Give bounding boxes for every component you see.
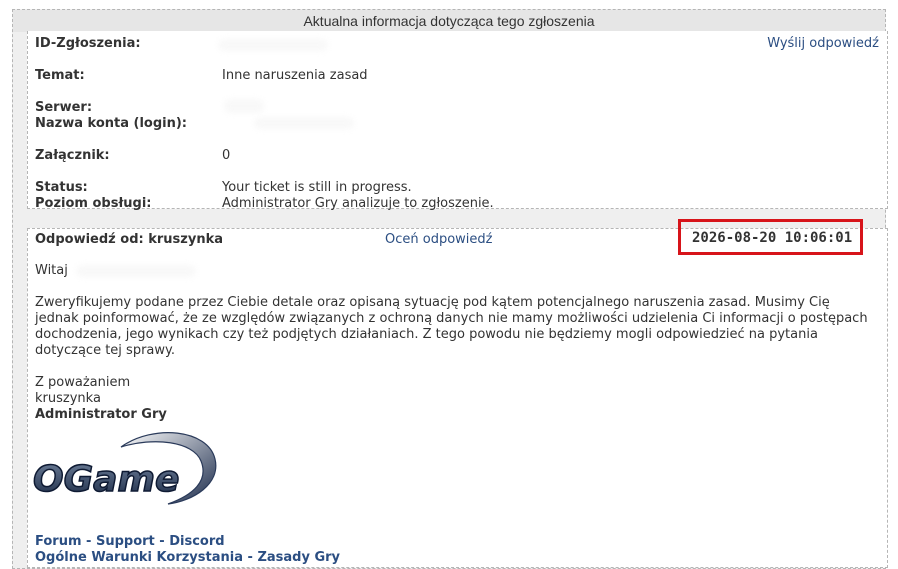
status-value: Your ticket is still in progress.: [222, 180, 412, 195]
terms-link[interactable]: Ogólne Warunki Korzystania: [35, 550, 243, 565]
section-title: Aktualna informacja dotycząca tego zgłos…: [13, 10, 885, 32]
discord-link[interactable]: Discord: [169, 534, 224, 549]
reply-body: Zweryfikujemy podane przez Ciebie detale…: [35, 295, 868, 358]
regards: Z poważaniem: [35, 375, 131, 390]
topic-value: Inne naruszenia zasad: [222, 68, 368, 83]
attachment-label: Załącznik:: [35, 148, 110, 163]
ticket-container: Aktualna informacja dotycząca tego zgłos…: [12, 9, 888, 569]
service-level-label: Poziom obsługi:: [35, 196, 152, 211]
attachment-value: 0: [222, 148, 231, 163]
rules-link[interactable]: Zasady Gry: [257, 550, 340, 565]
ogame-logo-graphic: OGame: [32, 432, 217, 505]
forum-link[interactable]: Forum: [35, 534, 82, 549]
ogame-logo: OGame: [32, 429, 233, 509]
reply-panel: Odpowiedź od: kruszynka Oceń odpowiedź W…: [27, 228, 888, 568]
redacted-account: [254, 117, 354, 129]
signature-name: kruszynka: [35, 391, 101, 406]
send-reply-link[interactable]: Wyślij odpowiedź: [767, 36, 879, 51]
ticket-id-label: ID-Zgłoszenia:: [35, 36, 141, 51]
signature-role: Administrator Gry: [35, 407, 167, 422]
rate-reply-link[interactable]: Oceń odpowiedź: [385, 232, 492, 247]
reply-date: 2026-08-20 10:06:01: [692, 230, 853, 246]
server-label: Serwer:: [35, 100, 93, 115]
separator: -: [86, 534, 92, 549]
separator: -: [247, 550, 253, 565]
account-label: Nazwa konta (login):: [35, 116, 188, 131]
service-level-value: Administrator Gry analizuje to zgłoszeni…: [222, 196, 494, 211]
redacted-name: [76, 265, 196, 277]
footer-links-row1: Forum - Support - Discord: [35, 534, 225, 549]
support-link[interactable]: Support: [96, 534, 155, 549]
redacted-server: [224, 99, 264, 113]
redacted-ticket-id: [218, 39, 328, 51]
status-label: Status:: [35, 180, 88, 195]
reply-from: Odpowiedź od: kruszynka: [35, 232, 223, 247]
ticket-info-panel: ID-Zgłoszenia: Wyślij odpowiedź Temat: I…: [27, 31, 888, 211]
topic-label: Temat:: [35, 68, 85, 83]
footer-links-row2: Ogólne Warunki Korzystania - Zasady Gry: [35, 550, 340, 565]
separator: -: [159, 534, 165, 549]
ogame-logo-text: OGame: [33, 459, 179, 500]
